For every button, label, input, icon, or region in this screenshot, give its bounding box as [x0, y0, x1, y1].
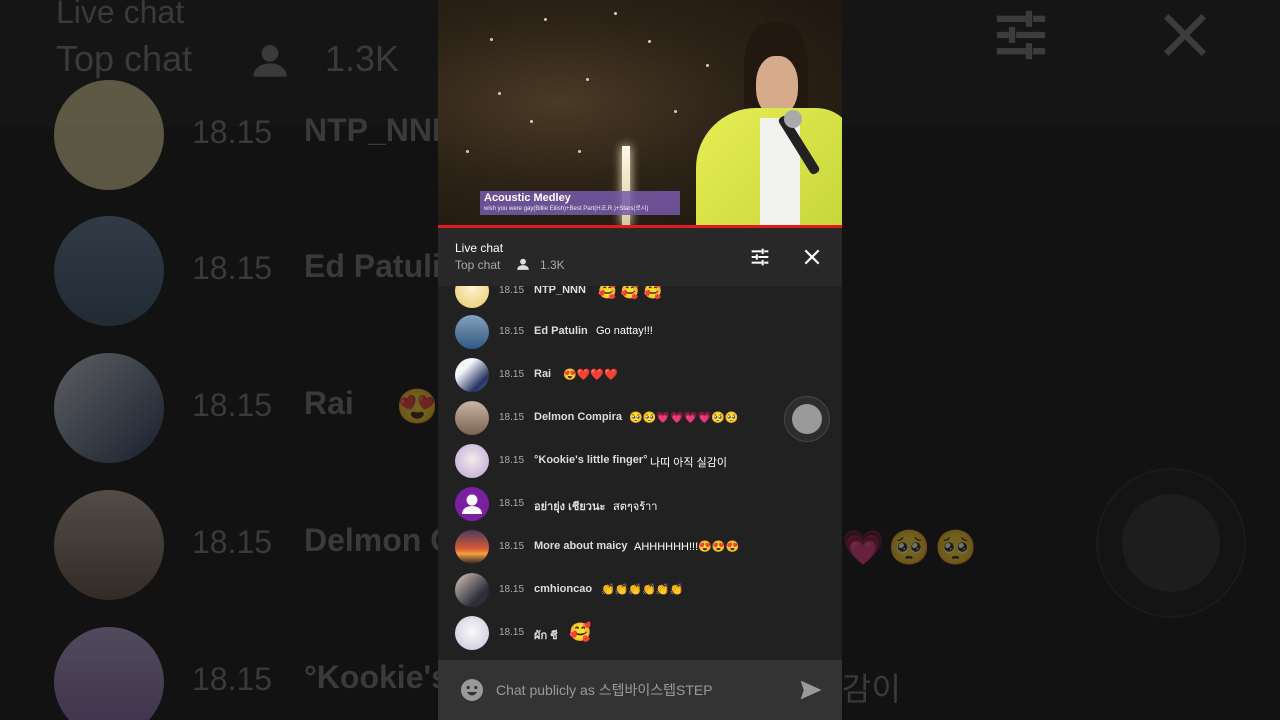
avatar[interactable] — [455, 487, 489, 521]
video-caption: Acoustic Medley wish you were gay(Billie… — [480, 191, 680, 215]
avatar[interactable] — [455, 401, 489, 435]
message-time: 18.15 — [499, 369, 525, 380]
avatar[interactable] — [455, 573, 489, 607]
tune-icon[interactable] — [749, 247, 771, 267]
background-emoji: 😍 — [396, 388, 439, 426]
avatar[interactable] — [455, 286, 489, 308]
chat-message: 18.15 cmhioncao 👏👏👏👏👏👏 — [455, 573, 835, 609]
performer-face — [756, 56, 798, 116]
message-author[interactable]: More about maicy — [534, 540, 628, 552]
background-row: 18.15 NTP_NNN — [54, 80, 455, 190]
person-icon — [517, 258, 529, 270]
emoji-icon[interactable] — [460, 678, 484, 702]
message-author[interactable]: Ed Patulin — [534, 325, 588, 337]
message-text: 🥰 🥰 🥰 — [598, 286, 663, 300]
background-row: 18.15 °Kookie's — [54, 627, 449, 720]
background-tune-icon — [996, 10, 1046, 60]
microphone-head — [784, 110, 802, 128]
background-person-icon — [253, 45, 287, 77]
chat-message: 18.15 Ed Patulin Go nattay!!! — [455, 315, 835, 351]
close-icon[interactable] — [802, 247, 822, 267]
background-row: 18.15 Delmon C — [54, 490, 453, 600]
background-row-time: 18.15 — [192, 524, 273, 560]
chat-message: 18.15 °Kookie's little finger° 나띠 아직 실감이 — [455, 444, 835, 480]
background-row-author: Ed Patuli — [304, 248, 441, 284]
background-avatar — [54, 627, 164, 720]
chat-title: Live chat — [455, 241, 504, 255]
background-row-author: NTP_NNN — [304, 112, 456, 148]
message-text: 🥺🥺💗💗💗💗🥺🥺 — [629, 412, 739, 424]
message-time: 18.15 — [499, 541, 525, 552]
chat-message: 18.15 Delmon Compira 🥺🥺💗💗💗💗🥺🥺 — [455, 401, 835, 437]
message-author[interactable]: Delmon Compira — [534, 411, 622, 423]
background-close-icon — [1164, 14, 1206, 56]
message-time: 18.15 — [499, 286, 525, 296]
background-row: 18.15 Ed Patuli — [54, 216, 441, 326]
background-row-time: 18.15 — [192, 114, 273, 150]
message-time: 18.15 — [499, 498, 525, 509]
background-circle-inner — [1122, 494, 1220, 592]
background-avatar — [54, 353, 164, 463]
screen: Live chat Top chat 1.3K 18.15 NTP_NNN 18… — [0, 0, 1280, 720]
message-author[interactable]: NTP_NNN — [534, 286, 586, 296]
avatar[interactable] — [455, 358, 489, 392]
message-text: 🥰 — [569, 622, 592, 642]
message-text: AHHHHHH!!!😍😍😍 — [634, 541, 740, 553]
message-text: 👏👏👏👏👏👏 — [601, 584, 684, 596]
message-text: Go nattay!!! — [596, 325, 653, 337]
background-row-time: 18.15 — [192, 661, 273, 697]
background-side-emoji: 💗🥺🥺 — [842, 529, 982, 567]
avatar[interactable] — [455, 616, 489, 650]
floating-touch-button-inner — [792, 404, 822, 434]
chat-mode-selector[interactable]: Top chat — [455, 258, 500, 272]
background-row-author: Rai — [304, 385, 354, 421]
send-icon[interactable] — [798, 678, 824, 702]
message-text: 😍❤️❤️❤️ — [563, 369, 618, 381]
chat-message: 18.15 Rai 😍❤️❤️❤️ — [455, 358, 835, 394]
message-time: 18.15 — [499, 326, 525, 337]
avatar[interactable] — [455, 315, 489, 349]
message-time: 18.15 — [499, 584, 525, 595]
chat-message: 18.15 More about maicy AHHHHHH!!!😍😍😍 — [455, 530, 835, 566]
viewer-count: 1.3K — [540, 258, 565, 272]
background-avatar — [54, 80, 164, 190]
message-text: 나띠 아직 실감이 — [650, 457, 727, 469]
chat-message: 18.15 ผัก ชี 🥰 — [455, 616, 835, 652]
background-row-time: 18.15 — [192, 250, 273, 286]
avatar[interactable] — [455, 530, 489, 564]
chat-message-list[interactable]: 18.15 NTP_NNN 🥰 🥰 🥰 18.15 Ed Patulin Go … — [438, 286, 842, 660]
chat-message: 18.15 NTP_NNN 🥰 🥰 🥰 — [455, 286, 835, 310]
message-author[interactable]: cmhioncao — [534, 583, 592, 595]
video-caption-title: Acoustic Medley — [484, 192, 571, 204]
background-row-author: Delmon C — [304, 522, 454, 558]
background-avatar — [54, 490, 164, 600]
chat-input-bar — [438, 660, 842, 720]
message-author[interactable]: อย่ายุ่ง เชียวนะ — [534, 497, 605, 515]
background-row-time: 18.15 — [192, 387, 273, 423]
avatar[interactable] — [455, 444, 489, 478]
live-chat-panel: Acoustic Medley wish you were gay(Billie… — [438, 0, 842, 720]
default-avatar-icon — [462, 494, 482, 514]
message-author[interactable]: °Kookie's little finger° — [534, 454, 648, 466]
background-mode: Top chat — [56, 38, 193, 79]
video-caption-subtitle: wish you were gay(Billie Eilish)+Best Pa… — [484, 206, 649, 212]
background-viewer-count: 1.3K — [325, 38, 400, 79]
chat-message: 18.15 อย่ายุ่ง เชียวนะ สตๆจร้าา — [455, 487, 835, 523]
chat-message-input[interactable] — [496, 680, 776, 700]
background-avatar — [54, 216, 164, 326]
background-row: 18.15 Rai 😍 — [54, 353, 438, 463]
chat-header: Live chat Top chat 1.3K — [438, 228, 842, 286]
message-text: สตๆจร้าา — [613, 501, 658, 513]
background-title: Live chat — [56, 0, 185, 30]
background-row-author: °Kookie's — [304, 659, 449, 695]
video-player[interactable]: Acoustic Medley wish you were gay(Billie… — [438, 0, 842, 228]
message-author[interactable]: Rai — [534, 368, 551, 380]
message-time: 18.15 — [499, 412, 525, 423]
message-time: 18.15 — [499, 627, 525, 638]
message-time: 18.15 — [499, 455, 525, 466]
message-author[interactable]: ผัก ชี — [534, 626, 558, 644]
background-side-text: 감이 — [842, 671, 901, 707]
